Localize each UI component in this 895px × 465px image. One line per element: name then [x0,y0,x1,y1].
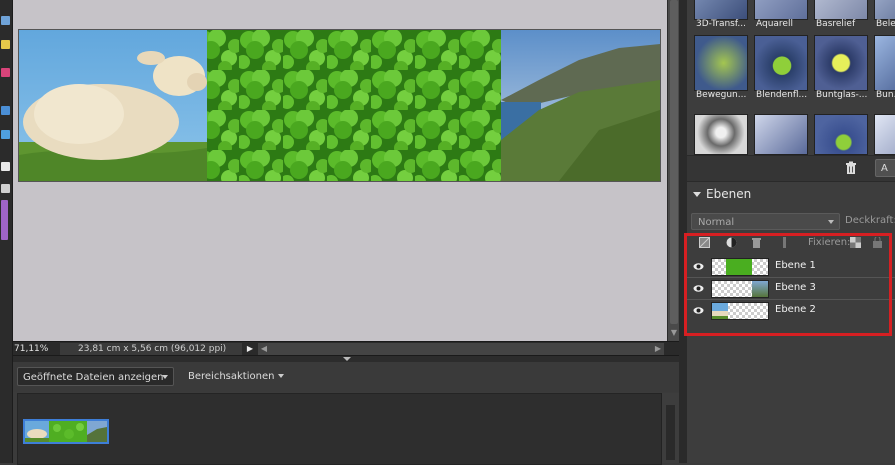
panel-divider[interactable] [679,0,687,463]
effect-preview [754,114,808,155]
effect-thumb[interactable]: Basrelief [814,0,868,29]
layers-panel-header[interactable]: Ebenen [687,181,895,208]
collapse-arrow-icon[interactable] [343,357,351,361]
effect-preview [874,0,895,20]
zoom-level[interactable]: 71,11% [14,343,58,355]
crop-tool-icon[interactable] [1,184,10,193]
effect-thumb[interactable]: Blendenfl... [754,35,808,100]
effect-thumb[interactable]: Aquarell [754,0,808,29]
pencil-tool-icon[interactable] [1,40,10,49]
effect-label: Bewegun... [696,90,747,100]
gradient-tool-icon[interactable] [1,130,10,139]
effect-label: Buntglas-... [816,90,868,100]
effect-label: Bun... [876,90,895,100]
effect-thumb[interactable]: Bun... [874,35,895,100]
effects-toolbar: A [687,155,895,181]
effect-preview [874,114,895,155]
status-bar: 71,11% 23,81 cm x 5,56 cm (96,012 ppi) ▶… [13,341,679,356]
bin-actions-label: Bereichsaktionen [188,371,275,382]
collage-artwork [19,30,660,181]
show-files-dropdown-label: Geöffnete Dateien anzeigen [23,372,164,383]
tool-strip [0,0,13,463]
effect-preview [874,35,895,91]
apply-effect-button[interactable]: A [875,159,895,177]
open-file-thumbnail[interactable] [23,419,109,444]
effect-preview [754,35,808,91]
highlight-annotation [684,233,892,336]
bin-scrollbar[interactable] [661,393,680,463]
trash-icon[interactable] [844,161,858,175]
effect-label: Aquarell [756,19,793,29]
effect-preview [814,35,868,91]
effect-preview [754,0,808,20]
bin-scroll-thumb[interactable] [666,405,675,460]
blend-mode-value: Normal [698,217,735,228]
effect-thumb[interactable]: Bele... [874,0,895,29]
effect-label: 3D-Transf... [696,19,746,29]
effect-preview [694,0,748,20]
thumbnail-image [25,421,107,442]
show-files-dropdown[interactable]: Geöffnete Dateien anzeigen [17,367,174,386]
bin-actions-menu[interactable]: Bereichsaktionen [188,367,285,386]
effect-thumb[interactable]: Buntglas-... [814,35,868,100]
effect-preview [694,114,748,155]
scroll-left-arrow-icon[interactable]: ◀ [258,343,270,355]
blend-mode-select[interactable]: Normal [691,213,840,230]
layers-panel-title: Ebenen [706,187,752,201]
effect-thumb[interactable]: 3D-Transf... [694,0,748,29]
chevron-down-icon [162,375,168,379]
effect-label: Bele... [876,19,895,29]
effect-preview [814,114,868,155]
selection-tool-icon[interactable] [1,16,10,25]
status-menu-arrow-icon[interactable]: ▶ [244,343,256,355]
layers-empty-area[interactable] [687,321,895,463]
project-bin-toolbar: Geöffnete Dateien anzeigen Bereichsaktio… [13,362,679,392]
canvas-horizontal-scrollbar[interactable]: ◀ ▶ [258,343,664,355]
document-dimensions: 23,81 cm x 5,56 cm (96,012 ppi) [60,343,242,355]
chevron-down-icon [828,220,834,224]
color-swatch-icon[interactable] [1,200,8,240]
smudge-tool-icon[interactable] [1,106,10,115]
chevron-down-icon [278,374,285,378]
effect-label: Basrelief [816,19,856,29]
effect-thumb[interactable]: Bewegun... [694,35,748,100]
collapse-triangle-icon[interactable] [693,192,701,197]
document-image[interactable] [18,29,661,182]
scroll-right-arrow-icon[interactable]: ▶ [652,343,664,355]
scroll-thumb[interactable] [670,0,678,324]
opacity-label: Deckkraft: [845,215,895,226]
effect-preview [814,0,868,20]
effect-label: Blendenfl... [756,90,808,100]
project-bin-area[interactable] [17,393,662,465]
shape-tool-icon[interactable] [1,162,10,171]
effect-preview [694,35,748,91]
brush-tool-icon[interactable] [1,68,10,77]
